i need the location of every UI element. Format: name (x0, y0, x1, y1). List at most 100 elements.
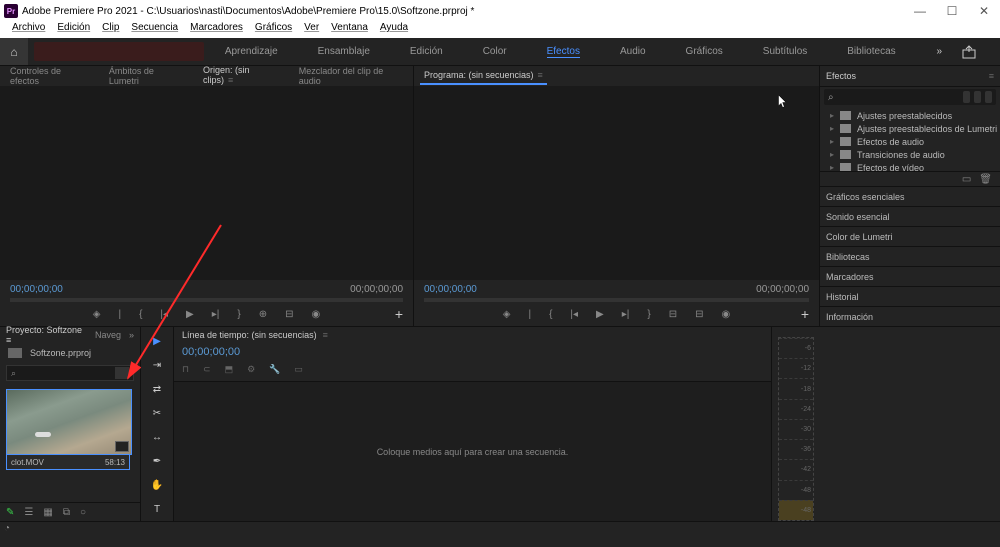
panel-menu-icon[interactable]: ≡ (989, 71, 994, 81)
workspace-tab[interactable]: Edición (410, 46, 443, 57)
menu-item[interactable]: Marcadores (184, 22, 249, 33)
mark-out-icon[interactable]: | (118, 309, 121, 320)
go-out-icon[interactable]: } (647, 309, 650, 320)
step-back-icon[interactable]: |◂ (570, 309, 578, 320)
project-clip[interactable]: clot.MOV 58:13 (6, 389, 130, 470)
mark-in-icon[interactable]: ◈ (503, 309, 511, 320)
tree-row[interactable]: ▸Efectos de audio (820, 135, 1000, 148)
project-home-field[interactable] (34, 42, 204, 61)
panel-info[interactable]: Información (820, 306, 1000, 326)
panel-markers[interactable]: Marcadores (820, 266, 1000, 286)
tab-media-browser[interactable]: Naveg (95, 330, 121, 340)
panel-lumetri-color[interactable]: Color de Lumetri (820, 226, 1000, 246)
twirl-icon[interactable]: ▸ (830, 163, 834, 171)
tab-timeline[interactable]: Línea de tiempo: (sin secuencias) (182, 330, 317, 340)
twirl-icon[interactable]: ▸ (830, 150, 834, 159)
effects-panel-title[interactable]: Efectos (826, 71, 856, 81)
linked-selection-icon[interactable]: ⊂ (203, 364, 211, 375)
close-button[interactable]: ✕ (968, 0, 1000, 22)
tab-project[interactable]: Proyecto: Softzone ≡ (6, 325, 87, 345)
program-timecode-left[interactable]: 00;00;00;00 (424, 284, 477, 295)
play-icon[interactable]: ▶ (186, 309, 194, 320)
pen-tool-icon[interactable]: ✒ (149, 453, 165, 469)
source-timecode-left[interactable]: 00;00;00;00 (10, 284, 63, 295)
effects-search-input[interactable] (838, 91, 959, 103)
tree-row[interactable]: ▸Ajustes preestablecidos de Lumetri (820, 122, 1000, 135)
workspace-tab-active[interactable]: Efectos (547, 46, 580, 58)
workspace-tab[interactable]: Audio (620, 46, 646, 57)
wrench-icon[interactable]: 🔧 (269, 364, 280, 375)
filter-box-icon[interactable] (115, 367, 129, 379)
caption-track-icon[interactable]: ▭ (294, 364, 303, 375)
panel-essential-sound[interactable]: Sonido esencial (820, 206, 1000, 226)
marker-icon[interactable]: ⬒ (225, 364, 234, 375)
timeline-timecode[interactable]: 00;00;00;00 (182, 346, 240, 358)
export-frame-icon[interactable]: ◉ (722, 309, 731, 320)
menu-item[interactable]: Secuencia (125, 22, 184, 33)
home-button[interactable]: ⌂ (0, 38, 28, 65)
mark-in-icon[interactable]: ◈ (93, 309, 101, 320)
play-icon[interactable]: ▶ (596, 309, 604, 320)
delete-icon[interactable]: 🗑 (979, 174, 992, 185)
menu-item[interactable]: Ver (298, 22, 325, 33)
twirl-icon[interactable]: ▸ (830, 137, 834, 146)
tree-row[interactable]: ▸Efectos de vídeo (820, 161, 1000, 171)
ripple-tool-icon[interactable]: ⇄ (149, 381, 165, 397)
panel-menu-icon[interactable]: ≡ (228, 75, 233, 85)
share-icon[interactable] (962, 45, 1000, 59)
timeline-drop-area[interactable]: Coloque medios aquí para crear una secue… (174, 381, 771, 521)
preset-filter-icon[interactable] (974, 91, 981, 103)
overwrite-icon[interactable]: ⊟ (285, 309, 293, 320)
menu-item[interactable]: Edición (51, 22, 96, 33)
go-out-icon[interactable]: } (237, 309, 240, 320)
step-back-icon[interactable]: |◂ (160, 309, 168, 320)
snap-icon[interactable]: ⊓ (182, 364, 189, 375)
menu-item[interactable]: Ventana (325, 22, 374, 33)
tab-program[interactable]: Programa: (sin secuencias)≡ (420, 67, 547, 85)
lift-icon[interactable]: ⊟ (669, 309, 677, 320)
step-fwd-icon[interactable]: ▸| (212, 309, 220, 320)
tree-row[interactable]: ▸Ajustes preestablecidos (820, 109, 1000, 122)
settings-icon[interactable]: ⚙ (247, 364, 255, 375)
button-editor-icon[interactable]: + (395, 306, 403, 322)
button-editor-icon[interactable]: + (801, 306, 809, 322)
freeform-view-icon[interactable]: ⧉ (63, 507, 70, 518)
maximize-button[interactable]: ☐ (936, 0, 968, 22)
razor-tool-icon[interactable]: ✂ (149, 405, 165, 421)
hand-tool-icon[interactable]: ✋ (149, 477, 165, 493)
selection-tool-icon[interactable]: ▶ (149, 333, 165, 349)
workspace-tab[interactable]: Ensamblaje (318, 46, 370, 57)
workspace-tab[interactable]: Subtítulos (763, 46, 807, 57)
menu-item[interactable]: Archivo (6, 22, 51, 33)
workspace-overflow-button[interactable]: » (916, 46, 962, 57)
slip-tool-icon[interactable]: ↔ (149, 429, 165, 445)
type-tool-icon[interactable]: T (149, 501, 165, 517)
export-frame-icon[interactable]: ◉ (312, 309, 321, 320)
twirl-icon[interactable]: ▸ (830, 111, 834, 120)
workspace-tab[interactable]: Aprendizaje (225, 46, 278, 57)
panel-history[interactable]: Historial (820, 286, 1000, 306)
track-select-tool-icon[interactable]: ⇥ (149, 357, 165, 373)
workspace-tab[interactable]: Color (483, 46, 507, 57)
icon-view-icon[interactable]: ▦ (43, 507, 52, 518)
write-icon[interactable]: ✎ (6, 507, 14, 518)
go-in-icon[interactable]: { (549, 309, 552, 320)
menu-item[interactable]: Gráficos (249, 22, 298, 33)
list-view-icon[interactable]: ☰ (24, 507, 33, 518)
menu-item[interactable]: Clip (96, 22, 125, 33)
go-in-icon[interactable]: { (139, 309, 142, 320)
workspace-tab[interactable]: Gráficos (686, 46, 723, 57)
preset-filter-icon[interactable] (985, 91, 992, 103)
step-fwd-icon[interactable]: ▸| (622, 309, 630, 320)
menu-item[interactable]: Ayuda (374, 22, 414, 33)
preset-filter-icon[interactable] (963, 91, 970, 103)
panel-overflow-icon[interactable]: » (129, 330, 134, 340)
panel-menu-icon[interactable]: ≡ (538, 70, 543, 80)
panel-menu-icon[interactable]: ≡ (323, 330, 328, 340)
mark-out-icon[interactable]: | (528, 309, 531, 320)
clip-thumbnail[interactable] (6, 389, 132, 455)
zoom-slider-icon[interactable]: ○ (80, 507, 86, 518)
panel-essential-graphics[interactable]: Gráficos esenciales (820, 186, 1000, 206)
project-search[interactable]: ⌕ (6, 365, 134, 381)
tree-row[interactable]: ▸Transiciones de audio (820, 148, 1000, 161)
